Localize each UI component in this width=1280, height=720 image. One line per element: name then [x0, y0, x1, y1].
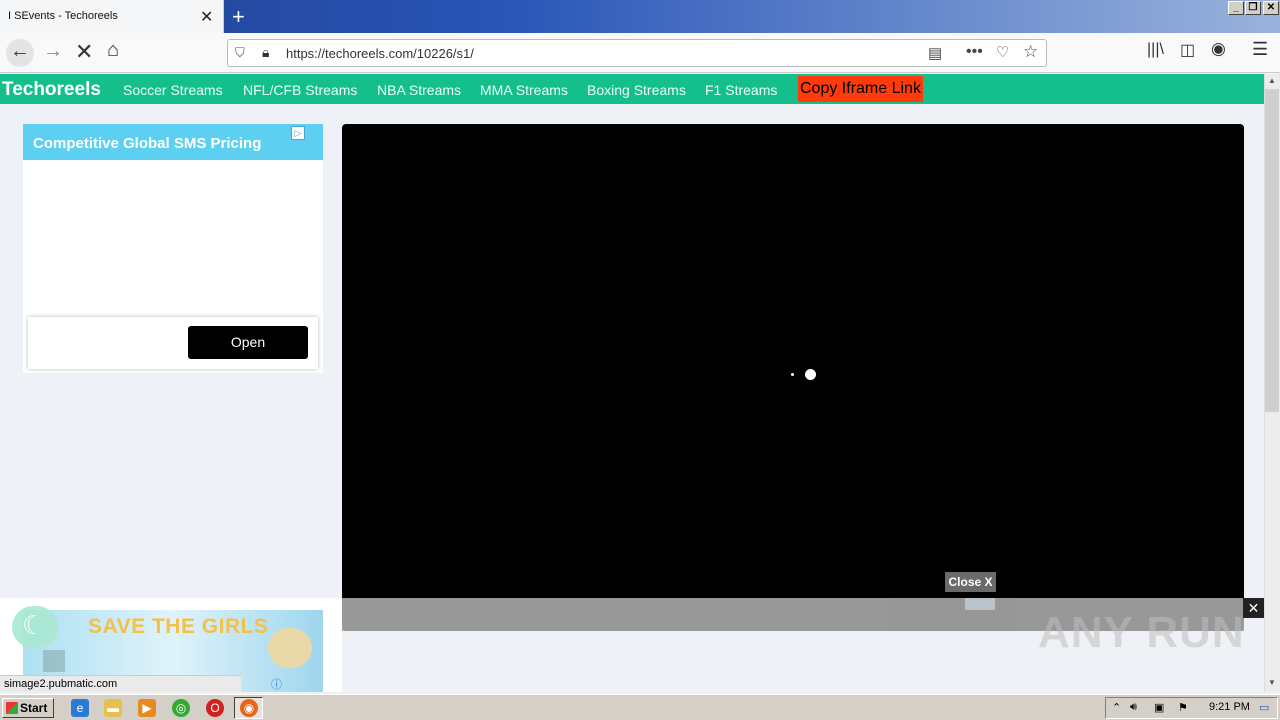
browser-toolbar: ← → ✕ ⌂ ⛉ 🔒︎ https://techoreels.com/1022…: [0, 33, 1280, 73]
stop-loading-icon[interactable]: ✕: [75, 39, 93, 65]
chrome-icon[interactable]: ◎: [172, 699, 190, 717]
forward-icon[interactable]: →: [43, 40, 63, 63]
loading-spinner-icon: [805, 369, 816, 380]
windows-logo-icon: [6, 702, 18, 714]
site-navigation: Techoreels Soccer Streams NFL/CFB Stream…: [0, 74, 1264, 104]
tab-title: I SEvents - Techoreels: [8, 10, 118, 22]
ad-headline: Competitive Global SMS Pricing: [33, 135, 262, 152]
nav-f1-streams[interactable]: F1 Streams: [705, 82, 777, 98]
video-player[interactable]: [342, 124, 1244, 631]
scroll-thumb[interactable]: [1265, 89, 1279, 412]
pocket-icon[interactable]: ♡: [996, 43, 1009, 61]
loading-dot-small: [791, 373, 794, 376]
lock-icon[interactable]: 🔒︎: [262, 44, 269, 61]
copy-iframe-link-button[interactable]: Copy Iframe Link: [798, 76, 923, 102]
system-clock: 9:21 PM: [1209, 701, 1250, 713]
url-bar[interactable]: ⛉ 🔒︎ https://techoreels.com/10226/s1/ ▤ …: [227, 39, 1047, 67]
show-desktop-icon[interactable]: ▭: [1259, 701, 1269, 714]
browser-tab[interactable]: I SEvents - Techoreels ✕: [0, 0, 224, 33]
browser-tab-bar: I SEvents - Techoreels ✕ + _ ❐ ✕: [0, 0, 1280, 33]
restore-window-icon[interactable]: ❐: [1245, 1, 1261, 15]
opera-icon[interactable]: O: [206, 699, 224, 717]
nav-soccer-streams[interactable]: Soccer Streams: [123, 82, 223, 98]
tray-expand-icon[interactable]: ⌃: [1112, 701, 1121, 714]
menu-icon[interactable]: ☰: [1252, 39, 1268, 60]
home-icon[interactable]: ⌂: [107, 39, 119, 62]
arrow-left-icon: ←: [10, 40, 30, 62]
firefox-taskbar-button[interactable]: ◉: [234, 697, 263, 719]
banner-ad-text: SAVE THE GIRLS: [88, 615, 269, 638]
nav-boxing-streams[interactable]: Boxing Streams: [587, 82, 686, 98]
nav-mma-streams[interactable]: MMA Streams: [480, 82, 568, 98]
nav-nfl-cfb-streams[interactable]: NFL/CFB Streams: [243, 82, 357, 98]
scroll-up-icon[interactable]: ▲: [1268, 76, 1276, 85]
info-icon[interactable]: ⓘ: [271, 676, 282, 692]
bookmark-star-icon[interactable]: ☆: [1023, 42, 1038, 62]
more-actions-icon[interactable]: •••: [966, 43, 983, 61]
close-window-icon[interactable]: ✕: [1263, 1, 1279, 15]
ad-info-icon[interactable]: [965, 598, 995, 610]
start-label: Start: [20, 701, 48, 715]
minimize-window-icon[interactable]: _: [1228, 1, 1244, 15]
media-player-icon[interactable]: ▶: [138, 699, 156, 717]
shield-icon[interactable]: ⛉: [235, 45, 245, 61]
ad-choices-icon[interactable]: ▷: [291, 126, 305, 140]
close-overlay-button[interactable]: Close X: [945, 572, 996, 592]
ad-open-button[interactable]: Open: [188, 326, 308, 359]
back-button[interactable]: ←: [6, 39, 34, 67]
anyrun-watermark: ANY RUN: [1038, 608, 1245, 657]
library-icon[interactable]: |||\: [1147, 41, 1164, 59]
hero-wars-logo: [268, 628, 312, 668]
url-text[interactable]: https://techoreels.com/10226/s1/: [286, 46, 474, 61]
windows-taskbar: Start e ▬ ▶ ◎ O ◉ ⌃ 🔊︎ ▣ ⚑ 9:21 PM ▭: [0, 694, 1280, 720]
internet-explorer-icon[interactable]: e: [71, 699, 89, 717]
folder-icon[interactable]: ▬: [104, 699, 122, 717]
reader-view-icon[interactable]: ▤: [928, 44, 942, 62]
account-icon[interactable]: ◉: [1211, 39, 1226, 59]
flag-icon[interactable]: ⚑: [1178, 701, 1188, 714]
site-logo[interactable]: Techoreels: [2, 79, 101, 101]
new-tab-icon[interactable]: +: [232, 4, 245, 30]
moon-icon: ☾: [22, 610, 46, 640]
moon-toggle-button[interactable]: ☾: [12, 606, 58, 648]
status-bar-url: simage2.pubmatic.com: [0, 675, 241, 692]
tab-close-icon[interactable]: ✕: [200, 7, 213, 27]
banner-image: [43, 650, 65, 672]
scroll-down-icon[interactable]: ▼: [1268, 678, 1276, 687]
ad-header[interactable]: Competitive Global SMS Pricing ▷: [23, 124, 323, 160]
network-icon[interactable]: ▣: [1154, 701, 1164, 714]
sidebar-icon[interactable]: ◫: [1180, 40, 1195, 60]
start-button[interactable]: Start: [2, 698, 54, 718]
firefox-icon: ◉: [240, 699, 258, 717]
nav-nba-streams[interactable]: NBA Streams: [377, 82, 461, 98]
volume-icon[interactable]: 🔊︎: [1130, 701, 1137, 714]
system-tray: ⌃ 🔊︎ ▣ ⚑ 9:21 PM ▭: [1105, 697, 1278, 719]
dismiss-overlay-icon[interactable]: ✕: [1243, 598, 1264, 618]
